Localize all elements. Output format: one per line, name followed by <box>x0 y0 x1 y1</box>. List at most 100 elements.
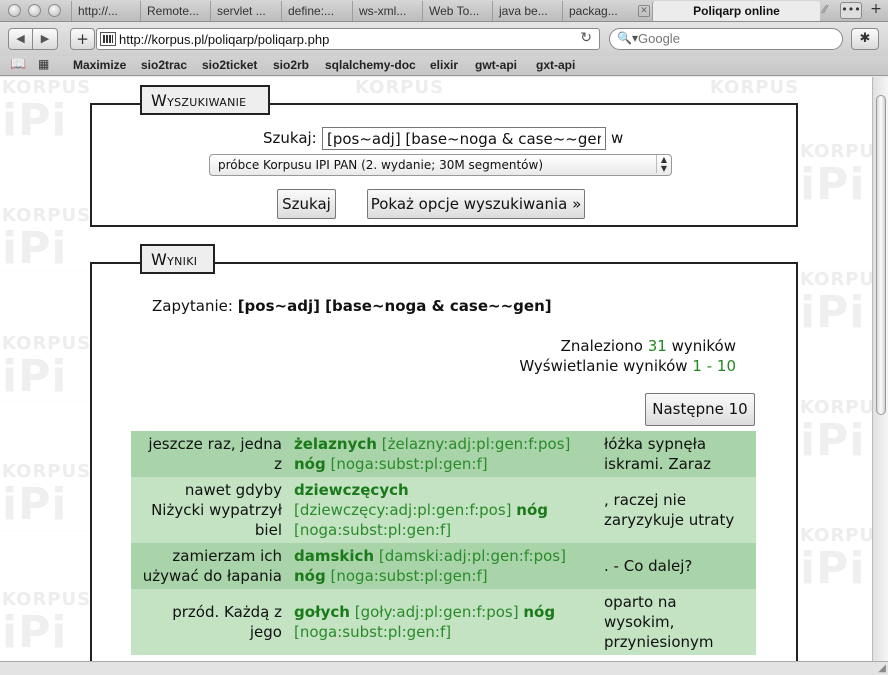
grid-icon[interactable]: ▦ <box>38 57 49 71</box>
match-adj-tag: [żelazny:adj:pl:gen:f:pos] <box>381 435 571 453</box>
search-button[interactable]: Szukaj <box>277 189 336 219</box>
watermark-logo: KORPUS <box>355 77 445 98</box>
bookmark-item[interactable]: sio2rb <box>273 58 309 72</box>
search-icon[interactable]: 🔍▾ <box>617 31 638 45</box>
match-noun[interactable]: nóg <box>294 567 326 585</box>
query-summary-value: [pos~adj] [base~noga & case~~gen] <box>237 297 552 315</box>
tab-7[interactable]: java be... <box>492 1 562 21</box>
bug-icon[interactable]: ✱ <box>851 28 879 50</box>
right-context: oparto na wysokim, przyniesionym <box>598 589 756 655</box>
address-bar[interactable]: http://korpus.pl/poliqarp/poliqarp.php ↻ <box>96 28 600 50</box>
url-text[interactable]: http://korpus.pl/poliqarp/poliqarp.php <box>119 32 329 47</box>
range-to: 10 <box>716 357 736 375</box>
tab-4[interactable]: define:... <box>281 1 351 21</box>
minimize-window-icon[interactable] <box>28 4 41 17</box>
watermark-logo: KORPUSiPi <box>800 269 872 338</box>
left-context: zamierzam ich używać do łapania <box>131 543 288 589</box>
tab-list-button[interactable]: ••• <box>840 2 862 19</box>
bookmarks-bar: 📖 ▦ Maximize sio2trac sio2ticket sio2rb … <box>0 56 888 76</box>
new-tab-button[interactable]: + <box>866 2 886 19</box>
zoom-window-icon[interactable] <box>48 4 61 17</box>
bookmark-item[interactable]: gxt-api <box>536 58 575 72</box>
corpus-select-value: próbce Korpusu IPI PAN (2. wydanie; 30M … <box>218 158 544 172</box>
tab-active[interactable]: Poliqarp online <box>652 1 820 21</box>
watermark-logo: KORPUSiPi <box>2 589 92 658</box>
search-bar[interactable]: 🔍▾ <box>609 28 843 50</box>
watermark-logo: KORPUSiPi <box>2 461 92 530</box>
right-context: łóżka sypnęła iskrami. Zaraz <box>598 431 756 477</box>
watermark-logo: KORPUSiPi <box>2 205 92 274</box>
bookmark-item[interactable]: sqlalchemy-doc <box>325 58 416 72</box>
resize-handle-icon[interactable]: ◢ <box>878 663 886 674</box>
close-window-icon[interactable] <box>8 4 21 17</box>
query-summary: Zapytanie: [pos~adj] [base~noga & case~~… <box>152 297 552 315</box>
search-panel-title: Wyszukiwanie <box>140 85 270 115</box>
match-adj-tag: [damski:adj:pl:gen:f:pos] <box>378 547 566 565</box>
match: gołych [goły:adj:pl:gen:f:pos] nóg [noga… <box>288 589 598 655</box>
bookmark-item[interactable]: Maximize <box>73 58 126 72</box>
results-table: jeszcze raz, jedna z żelaznych [żelazny:a… <box>131 431 756 655</box>
watermark-logo: KORPUSiPi <box>800 525 872 594</box>
status-strip: ◢ <box>0 661 888 675</box>
match-adj[interactable]: żelaznych <box>294 435 377 453</box>
watermark-logo: KORPUSiPi <box>800 141 872 210</box>
match-noun[interactable]: nóg <box>516 501 548 519</box>
showing-range-line: Wyświetlanie wyników 1 - 10 <box>519 357 736 375</box>
left-context: nawet gdyby Niżycki wypatrzył biel <box>131 477 288 543</box>
corpus-select[interactable]: próbce Korpusu IPI PAN (2. wydanie; 30M … <box>209 154 672 176</box>
bookmark-item[interactable]: sio2ticket <box>202 58 257 72</box>
match-noun-tag: [noga:subst:pl:gen:f] <box>330 567 488 585</box>
tab-5[interactable]: ws-xml... <box>352 1 422 21</box>
right-context: . - Co dalej? <box>598 543 756 589</box>
select-arrows-icon: ▲ ▼ <box>655 155 667 173</box>
result-row: jeszcze raz, jedna z żelaznych [żelazny:a… <box>131 431 756 477</box>
tab-3[interactable]: servlet ... <box>210 1 280 21</box>
match-noun[interactable]: nóg <box>523 603 555 621</box>
add-bookmark-button[interactable]: + <box>70 28 95 50</box>
tab-1[interactable]: http://... <box>71 1 139 21</box>
query-input[interactable] <box>322 127 606 150</box>
tab-8[interactable]: packag... <box>562 1 632 21</box>
match: dziewczęcych [dziewczęcy:adj:pl:gen:f:po… <box>288 477 598 543</box>
back-button[interactable]: ◀ <box>8 28 33 50</box>
tab-6[interactable]: Web To... <box>422 1 492 21</box>
results-panel-title: Wyniki <box>140 244 215 274</box>
bookmark-item[interactable]: elixir <box>430 58 458 72</box>
right-context: , raczej nie zaryzykuje utraty <box>598 477 756 543</box>
next-page-button[interactable]: Następne 10 <box>645 393 755 426</box>
close-tab-icon[interactable]: ✕ <box>638 5 650 17</box>
result-row: zamierzam ich używać do łapania damskich … <box>131 543 756 589</box>
tab-2[interactable]: Remote... <box>140 1 208 21</box>
found-count-line: Znaleziono 31 wyników <box>560 337 736 355</box>
show-options-button[interactable]: Pokaż opcje wyszukiwania » <box>367 189 585 219</box>
found-count: 31 <box>647 337 667 355</box>
match: żelaznych [żelazny:adj:pl:gen:f:pos] nóg… <box>288 431 598 477</box>
left-context: jeszcze raz, jedna z <box>131 431 288 477</box>
site-favicon-icon <box>100 32 116 46</box>
match: damskich [damski:adj:pl:gen:f:pos] nóg [… <box>288 543 598 589</box>
query-label: Szukaj: <box>263 129 317 147</box>
left-context: przód. Każdą z jego <box>131 589 288 655</box>
match-adj[interactable]: dziewczęcych <box>294 481 409 499</box>
book-icon[interactable]: 📖 <box>10 57 26 72</box>
match-noun[interactable]: nóg <box>294 455 326 473</box>
reload-icon[interactable]: ↻ <box>580 30 592 46</box>
search-input[interactable] <box>638 31 833 46</box>
scrollbar-thumb[interactable] <box>876 95 886 415</box>
bookmark-item[interactable]: gwt-api <box>475 58 517 72</box>
resize-grip-icon: ⁄⁄ <box>823 3 827 16</box>
bookmark-item[interactable]: sio2trac <box>141 58 187 72</box>
watermark-logo: KORPUSiPi <box>800 397 872 466</box>
match-adj[interactable]: gołych <box>294 603 350 621</box>
match-adj[interactable]: damskich <box>294 547 374 565</box>
forward-button[interactable]: ▶ <box>33 28 58 50</box>
match-noun-tag: [noga:subst:pl:gen:f] <box>294 623 452 641</box>
match-adj-tag: [dziewczęcy:adj:pl:gen:f:pos] <box>294 501 512 519</box>
match-noun-tag: [noga:subst:pl:gen:f] <box>330 455 488 473</box>
watermark-logo: KORPUS <box>710 77 800 98</box>
vertical-scrollbar[interactable] <box>872 77 888 661</box>
watermark-logo: KORPUSiPi <box>2 333 92 402</box>
result-row: przód. Każdą z jego gołych [goły:adj:pl:g… <box>131 589 756 655</box>
result-row: nawet gdyby Niżycki wypatrzył biel dziewc… <box>131 477 756 543</box>
match-noun-tag: [noga:subst:pl:gen:f] <box>294 521 452 539</box>
